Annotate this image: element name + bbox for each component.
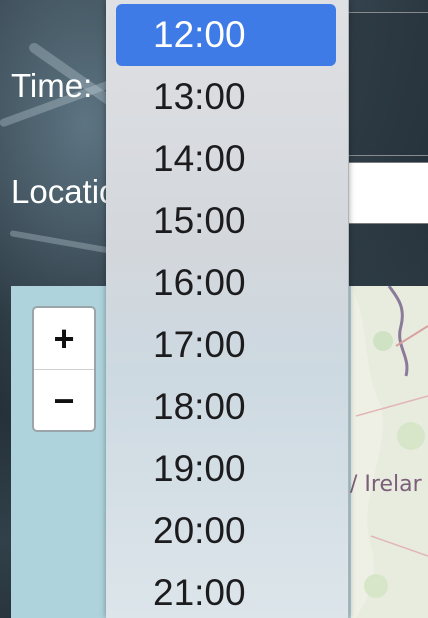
time-option[interactable]: 17:00 xyxy=(116,314,336,376)
map-place-label: / Irelar xyxy=(350,472,422,497)
time-option[interactable]: 13:00 xyxy=(116,66,336,128)
time-label: Time: xyxy=(11,67,93,104)
zoom-in-button[interactable]: + xyxy=(34,308,94,370)
zoom-out-button[interactable]: − xyxy=(34,370,94,430)
zoom-control: + − xyxy=(32,306,96,432)
time-option[interactable]: 16:00 xyxy=(116,252,336,314)
time-option[interactable]: 14:00 xyxy=(116,128,336,190)
time-option[interactable]: 20:00 xyxy=(116,500,336,562)
time-option[interactable]: 21:00 xyxy=(116,562,336,618)
time-option[interactable]: 12:00 xyxy=(116,4,336,66)
time-dropdown-list: 12:00 13:00 14:00 15:00 16:00 17:00 18:0… xyxy=(106,0,349,618)
time-option[interactable]: 18:00 xyxy=(116,376,336,438)
time-option[interactable]: 15:00 xyxy=(116,190,336,252)
time-option[interactable]: 19:00 xyxy=(116,438,336,500)
